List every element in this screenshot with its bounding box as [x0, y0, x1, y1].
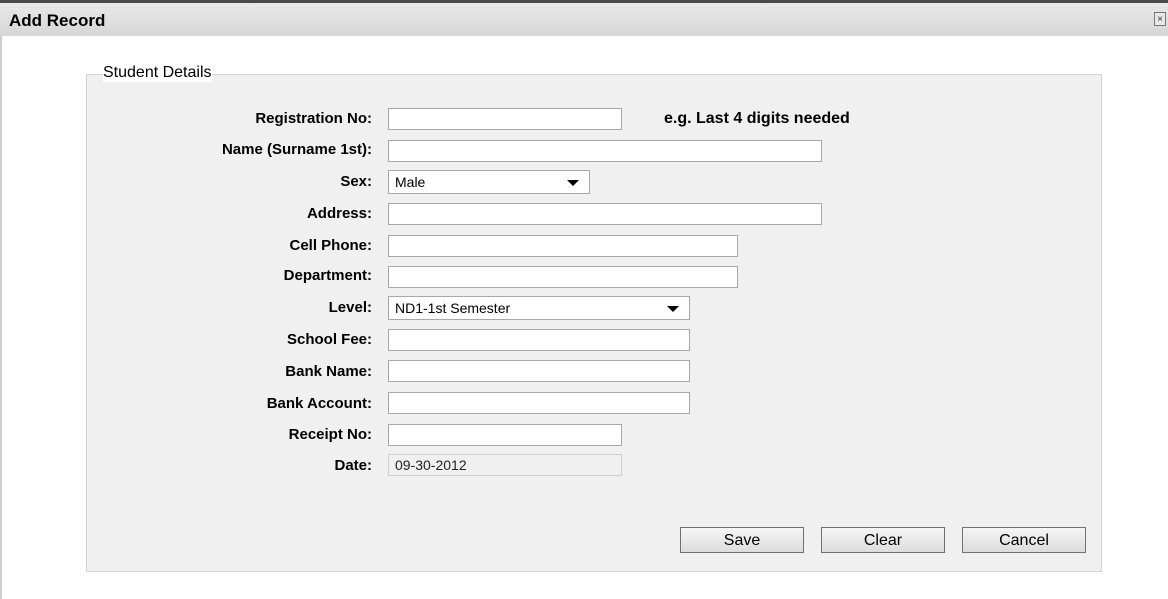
sex-select-value: Male — [395, 174, 426, 190]
date-field[interactable]: 09-30-2012 — [388, 454, 622, 476]
sex-select[interactable]: Male — [388, 170, 590, 194]
name-input[interactable] — [388, 140, 822, 162]
chevron-down-icon[interactable] — [667, 306, 679, 312]
level-select[interactable]: ND1-1st Semester — [388, 296, 690, 320]
bank-account-label: Bank Account: — [266, 395, 372, 412]
address-label: Address: — [306, 205, 372, 222]
date-label: Date: — [334, 457, 372, 474]
level-label: Level: — [328, 299, 372, 316]
address-input[interactable] — [388, 203, 822, 225]
department-label: Department: — [283, 267, 372, 284]
registration-label: Registration No: — [255, 110, 372, 127]
cell-phone-input[interactable] — [388, 235, 738, 257]
department-input[interactable] — [388, 266, 738, 288]
registration-hint: e.g. Last 4 digits needed — [664, 110, 850, 127]
close-icon[interactable]: × — [1154, 12, 1166, 26]
window-border — [0, 36, 2, 599]
school-fee-label: School Fee: — [286, 331, 372, 348]
cancel-button[interactable]: Cancel — [962, 527, 1086, 553]
chevron-down-icon[interactable] — [567, 180, 579, 186]
window-title: Add Record — [9, 11, 106, 30]
group-title: Student Details — [103, 64, 212, 82]
save-button[interactable]: Save — [680, 527, 804, 553]
name-label: Name (Surname 1st): — [221, 141, 372, 158]
receipt-no-label: Receipt No: — [288, 426, 372, 443]
title-bar: Add Record × — [0, 0, 1168, 36]
cell-phone-label: Cell Phone: — [289, 237, 372, 254]
level-select-value: ND1-1st Semester — [395, 300, 511, 316]
bank-name-input[interactable] — [388, 360, 690, 382]
receipt-no-input[interactable] — [388, 424, 622, 446]
sex-label: Sex: — [340, 173, 372, 190]
bank-name-label: Bank Name: — [285, 363, 372, 380]
bank-account-input[interactable] — [388, 392, 690, 414]
clear-button[interactable]: Clear — [821, 527, 945, 553]
registration-input[interactable] — [388, 108, 622, 130]
school-fee-input[interactable] — [388, 329, 690, 351]
